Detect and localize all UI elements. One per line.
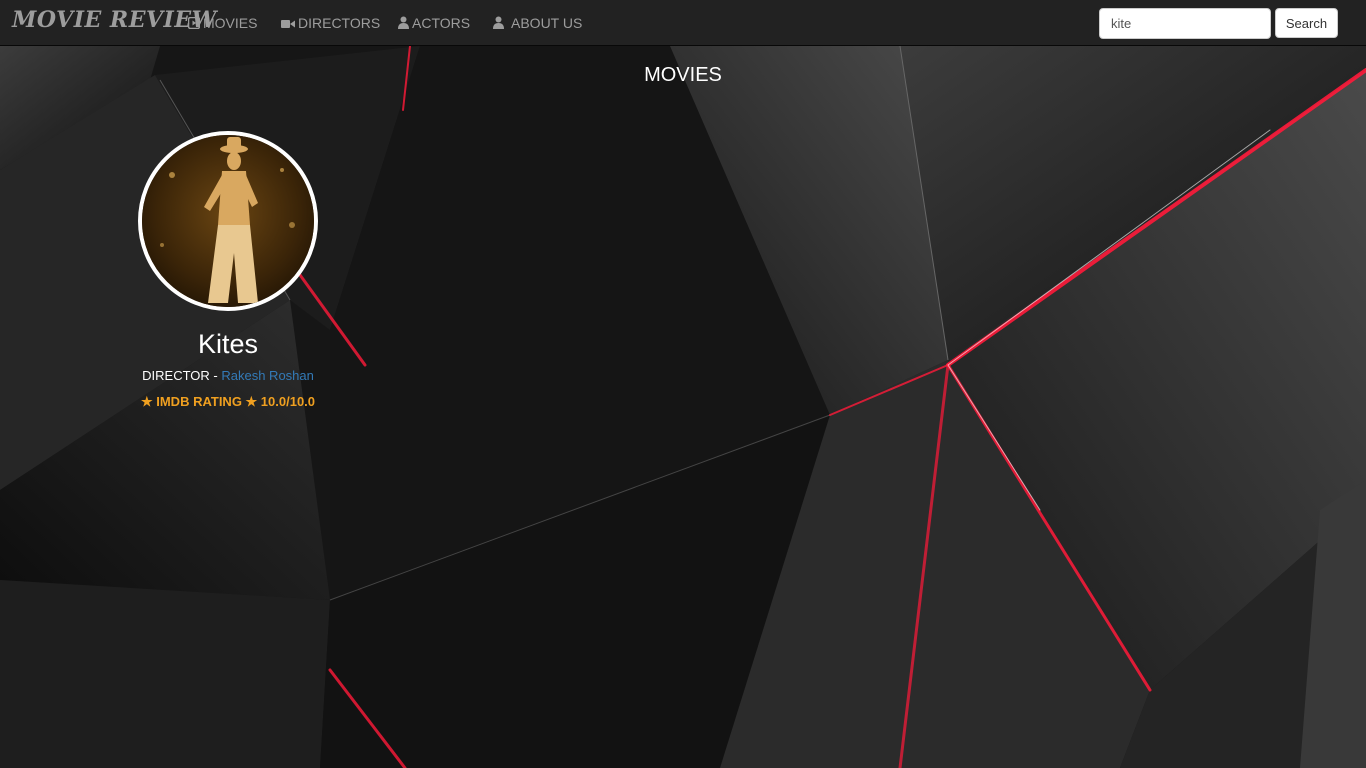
imdb-rating: ★ IMDB RATING ★ 10.0/10.0 bbox=[140, 394, 316, 409]
movie-poster[interactable] bbox=[138, 131, 318, 311]
director-link[interactable]: Rakesh Roshan bbox=[221, 368, 314, 383]
nav-actors-label: ACTORS bbox=[412, 15, 471, 31]
movie-title[interactable]: Kites bbox=[128, 329, 328, 360]
user-icon bbox=[398, 16, 409, 29]
nav-about-us-label: ABOUT US bbox=[511, 15, 583, 31]
nav-movies[interactable]: MOVIES bbox=[187, 0, 258, 46]
director-label: DIRECTOR - bbox=[142, 368, 222, 383]
director-line: DIRECTOR - Rakesh Roshan bbox=[128, 368, 328, 383]
nav-directors[interactable]: DIRECTORS bbox=[281, 0, 380, 46]
nav-movies-label: MOVIES bbox=[203, 15, 258, 31]
nav-about-us[interactable]: ABOUT US bbox=[492, 0, 582, 46]
nav-directors-label: DIRECTORS bbox=[298, 15, 381, 31]
movie-card: Kites DIRECTOR - Rakesh Roshan ★ IMDB RA… bbox=[128, 131, 328, 410]
brand-logo[interactable]: MOVIE REVIEW bbox=[12, 7, 217, 33]
page-title: MOVIES bbox=[644, 64, 722, 86]
video-camera-icon bbox=[281, 20, 295, 28]
search-input[interactable] bbox=[1099, 8, 1271, 39]
film-icon bbox=[187, 16, 201, 30]
movie-poster-image bbox=[142, 135, 314, 307]
navbar: MOVIE REVIEW MOVIES DIRECTORS ACTORS ABO… bbox=[0, 0, 1366, 46]
nav-actors[interactable]: ACTORS bbox=[398, 0, 470, 46]
search-button[interactable]: Search bbox=[1275, 8, 1338, 38]
user-icon bbox=[493, 16, 504, 29]
